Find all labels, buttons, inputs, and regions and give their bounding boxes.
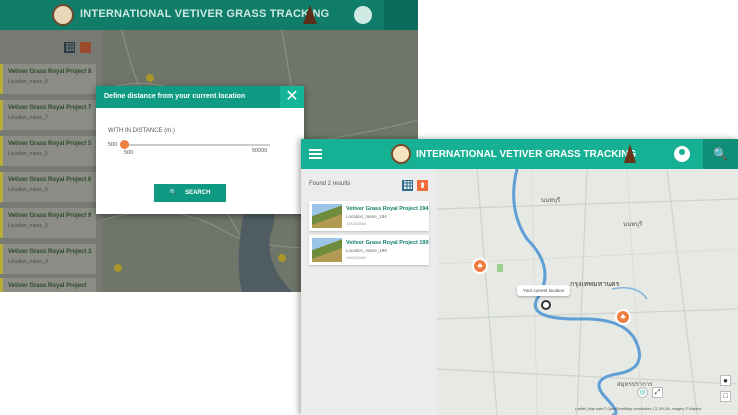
distance-modal: Define distance from your current locati… xyxy=(96,86,304,214)
menu-icon[interactable] xyxy=(309,149,322,159)
search-button[interactable]: 🔍 xyxy=(703,139,738,169)
back-app-title: INTERNATIONAL VETIVER GRASS TRACKING xyxy=(80,8,330,20)
city-label: กรุงเทพมหานคร xyxy=(570,281,620,288)
list-item[interactable]: Vetiver Grass Royal Project 9 Location_n… xyxy=(0,208,96,238)
distance-slider-handle[interactable] xyxy=(120,140,129,149)
slider-min-value: 500 xyxy=(108,142,118,148)
search-button-label: SEARCH xyxy=(185,190,211,196)
list-item[interactable]: Vetiver Grass Royal Project 6 Location_n… xyxy=(0,172,96,202)
chart-view-icon[interactable]: ▮ xyxy=(417,180,428,191)
map-graphic xyxy=(437,169,738,415)
chart-view-icon[interactable] xyxy=(80,42,91,53)
distance-slider-track[interactable] xyxy=(124,144,270,146)
result-title[interactable]: Vetiver Grass Royal Project 199 xyxy=(346,240,429,246)
slider-current-value: 500 xyxy=(124,150,134,156)
list-item[interactable]: Vetiver Grass Royal Project 3 Location_n… xyxy=(0,244,96,274)
user-avatar-icon[interactable] xyxy=(674,146,690,162)
current-location-tooltip: Your current location xyxy=(517,285,571,296)
list-item[interactable]: Vetiver Grass Royal Project 5 Location_n… xyxy=(0,136,96,166)
result-title[interactable]: Vetiver Grass Royal Project 194 xyxy=(346,206,429,212)
result-card[interactable]: Vetiver Grass Royal Project 199 Location… xyxy=(309,235,429,265)
results-sidebar: Found 2 results ▮ Vetiver Grass Royal Pr… xyxy=(301,169,437,415)
map-attribution[interactable]: Leaflet | Map data © OpenStreetMap contr… xyxy=(575,407,701,411)
modal-title: Define distance from your current locati… xyxy=(104,93,246,100)
foreground-window: INTERNATIONAL VETIVER GRASS TRACKING 🔍 F… xyxy=(301,139,738,415)
fullscreen-icon[interactable]: □ xyxy=(720,391,731,402)
result-date: 19/04/2560 xyxy=(346,255,367,260)
locate-icon[interactable]: ● xyxy=(720,375,731,386)
grid-view-icon[interactable] xyxy=(402,180,413,191)
search-icon: 🔍 xyxy=(713,147,728,161)
project-marker-icon[interactable]: ♣ xyxy=(615,309,631,325)
modal-header: Define distance from your current locati… xyxy=(96,86,304,108)
slider-max-value: 50000 xyxy=(252,148,268,154)
grid-view-icon[interactable] xyxy=(64,42,75,53)
search-button[interactable] xyxy=(384,0,418,30)
search-button[interactable]: 🔍 SEARCH xyxy=(154,184,226,202)
pyramid-logo-icon xyxy=(303,5,317,24)
logo-icon xyxy=(391,144,411,164)
app-title: INTERNATIONAL VETIVER GRASS TRACKING xyxy=(416,149,637,160)
expand-icon[interactable]: ⤢ xyxy=(652,387,663,398)
distance-label: WITH IN DISTANCE (m.) xyxy=(108,128,175,134)
pyramid-logo-icon xyxy=(624,144,636,163)
project-marker-icon[interactable]: ♣ xyxy=(472,258,488,274)
logo-icon xyxy=(52,4,74,26)
current-location-marker-icon[interactable] xyxy=(541,300,551,310)
place-label: สมุทรปราการ xyxy=(617,382,653,388)
close-icon[interactable]: ✕ xyxy=(280,86,304,108)
project-thumbnail xyxy=(312,238,342,262)
front-map[interactable]: นนทบุรี นนทบุรี กรุงเทพมหานคร สมุทรปรากา… xyxy=(437,169,738,415)
back-sidebar: Vetiver Grass Royal Project 8 Location_n… xyxy=(0,30,102,292)
list-item[interactable]: Vetiver Grass Royal Project 7 Location_n… xyxy=(0,100,96,130)
result-card[interactable]: Vetiver Grass Royal Project 194 Location… xyxy=(309,201,429,231)
front-header: INTERNATIONAL VETIVER GRASS TRACKING 🔍 xyxy=(301,139,738,169)
list-item[interactable]: Vetiver Grass Royal Project xyxy=(0,278,96,292)
result-location: Location_name_194 xyxy=(346,214,387,219)
search-icon: 🔍 xyxy=(169,190,178,196)
user-avatar-icon[interactable] xyxy=(354,6,372,24)
recenter-icon[interactable]: ◎ xyxy=(637,387,648,398)
place-label: นนทบุรี xyxy=(623,222,643,228)
back-header: INTERNATIONAL VETIVER GRASS TRACKING xyxy=(0,0,418,30)
list-item[interactable]: Vetiver Grass Royal Project 8 Location_n… xyxy=(0,64,96,94)
project-thumbnail xyxy=(312,204,342,228)
result-location: Location_name_199 xyxy=(346,248,387,253)
results-count: Found 2 results xyxy=(309,181,351,187)
result-date: 19/04/2560 xyxy=(346,221,367,226)
